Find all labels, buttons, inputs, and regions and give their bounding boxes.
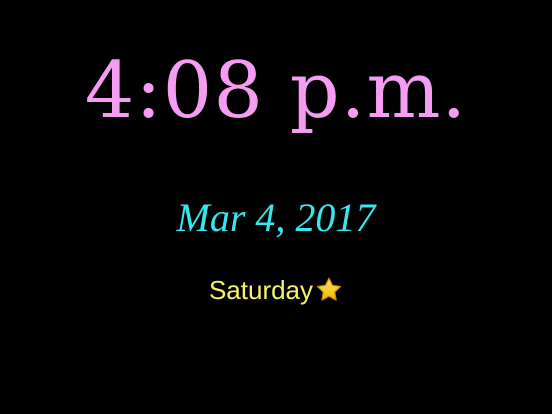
weekday-label: Saturday [208,275,314,305]
clock-screen: 4:08 p.m. Mar 4, 2017 Saturday [0,0,552,414]
time-display: 4:08 p.m. [84,46,468,136]
star-icon [315,276,343,304]
date-display: Mar 4, 2017 [176,195,376,240]
weekday-row: Saturday [0,276,552,304]
